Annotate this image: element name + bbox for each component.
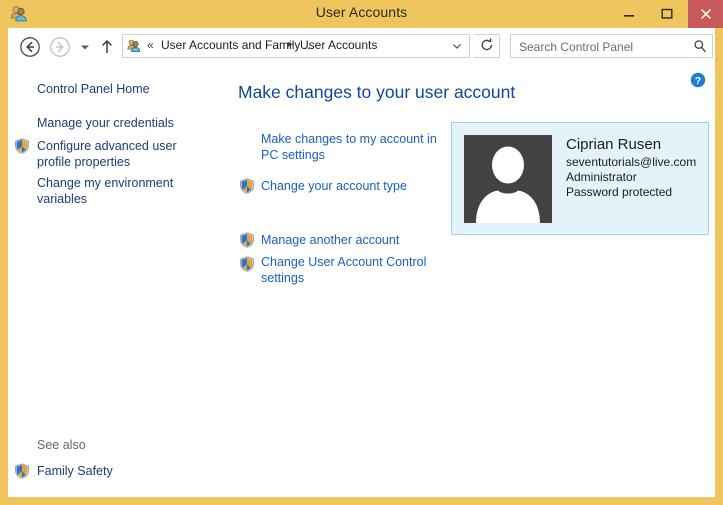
sidebar-item-family-safety[interactable]: Family Safety <box>37 463 205 479</box>
close-button[interactable] <box>688 0 723 28</box>
account-type: Administrator <box>566 170 637 184</box>
shield-icon <box>239 178 255 194</box>
account-email: seventutorials@live.com <box>566 155 697 169</box>
link-change-user-account-control-settings[interactable]: Change User Account Control settings <box>261 254 451 286</box>
sidebar-item-control-panel-home[interactable]: Control Panel Home <box>37 81 205 97</box>
page-title: Make changes to your user account <box>238 82 516 102</box>
refresh-icon[interactable] <box>474 34 500 58</box>
recent-locations-chevron-down-icon[interactable] <box>76 35 94 59</box>
breadcrumb-chevron-down-icon[interactable] <box>449 38 465 54</box>
minimize-button[interactable] <box>612 0 646 28</box>
see-also-heading: See also <box>37 438 86 452</box>
shield-icon <box>14 138 30 154</box>
account-password-status: Password protected <box>566 185 673 199</box>
search-input[interactable] <box>517 35 689 59</box>
user-accounts-window: User Accounts « User Accounts and Family… <box>0 0 723 505</box>
breadcrumb-item-user-accounts[interactable]: User Accounts <box>300 38 377 52</box>
shield-icon <box>239 256 255 272</box>
account-info: Ciprian Rusen seventutorials@live.com Ad… <box>566 135 706 200</box>
sidebar-item-manage-your-credentials[interactable]: Manage your credentials <box>37 115 205 131</box>
sidebar-item-configure-advanced-user-profile-properties[interactable]: Configure advanced user profile properti… <box>37 138 205 170</box>
link-make-changes-in-pc-settings[interactable]: Make changes to my account in PC setting… <box>261 131 451 163</box>
sidebar: Control Panel Home Manage your credentia… <box>8 64 223 497</box>
link-manage-another-account[interactable]: Manage another account <box>261 232 451 248</box>
sidebar-item-change-my-environment-variables[interactable]: Change my environment variables <box>37 175 205 207</box>
title-bar: User Accounts <box>0 0 723 28</box>
forward-icon[interactable] <box>48 35 72 59</box>
link-change-your-account-type[interactable]: Change your account type <box>261 178 451 194</box>
avatar <box>464 135 552 223</box>
breadcrumb-overflow-icon[interactable]: « <box>147 38 154 52</box>
breadcrumb-separator-icon: ▸ <box>288 39 294 50</box>
breadcrumb[interactable]: « User Accounts and Family ... ▸ User Ac… <box>122 34 470 58</box>
content-area: ? Control Panel Home Manage your credent… <box>8 64 715 497</box>
current-account-panel: Ciprian Rusen seventutorials@live.com Ad… <box>451 122 709 235</box>
shield-icon <box>14 463 30 479</box>
up-arrow-icon[interactable] <box>96 35 118 59</box>
back-icon[interactable] <box>18 35 42 59</box>
navigation-bar: « User Accounts and Family ... ▸ User Ac… <box>8 28 715 64</box>
search-box[interactable] <box>510 34 713 59</box>
main-panel: Make changes to your user account Make c… <box>223 64 715 497</box>
control-panel-icon <box>126 38 142 54</box>
search-icon[interactable] <box>693 39 707 53</box>
maximize-button[interactable] <box>650 0 684 28</box>
account-name: Ciprian Rusen <box>566 136 662 153</box>
shield-icon <box>239 232 255 248</box>
